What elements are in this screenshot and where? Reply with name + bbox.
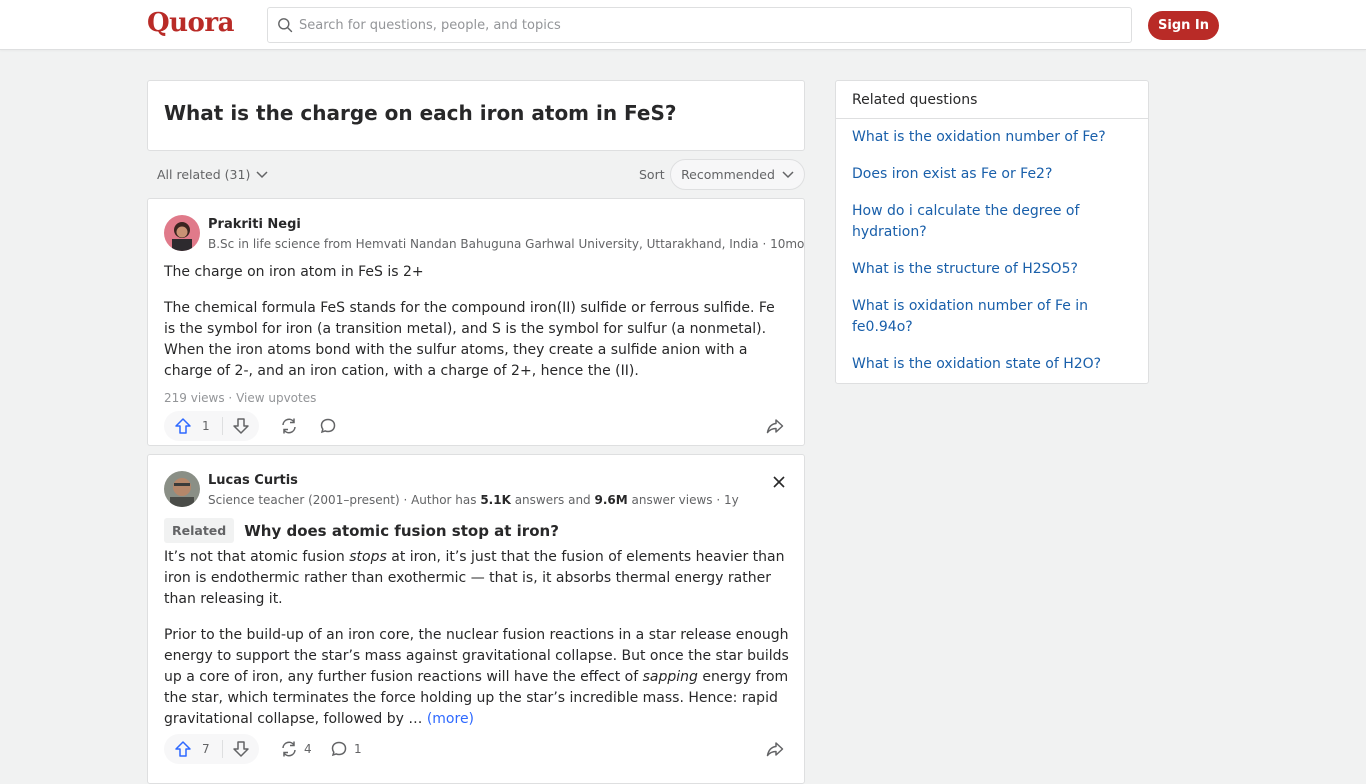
related-question-title[interactable]: Why does atomic fusion stop at iron? (244, 522, 559, 540)
answer-actions: 7 4 1 (164, 734, 790, 764)
share-arrow-icon (766, 419, 784, 434)
quora-logo[interactable]: Quora (147, 8, 234, 38)
related-question-link[interactable]: What is the oxidation number of Fe? (852, 127, 1132, 148)
related-questions-panel: Related questions What is the oxidation … (835, 80, 1149, 384)
author-avatar[interactable] (164, 471, 200, 507)
repost-count: 4 (304, 742, 312, 756)
related-question-link[interactable]: What is oxidation number of Fe in fe0.94… (852, 296, 1132, 338)
repost-icon (282, 418, 296, 434)
answer-paragraph: It’s not that atomic fusion stops at iro… (164, 547, 790, 610)
downvote-arrow-icon (232, 418, 249, 434)
answer-filter-bar: All related (31) Sort Recommended (147, 158, 805, 190)
question-card: What is the charge on each iron atom in … (147, 80, 805, 151)
comment-button[interactable]: 1 (330, 734, 362, 764)
related-question-link[interactable]: What is the structure of H2SO5? (852, 259, 1132, 280)
author-credential: B.Sc in life science from Hemvati Nandan… (208, 237, 805, 251)
answer-paragraph: Prior to the build-up of an iron core, t… (164, 625, 790, 730)
close-icon[interactable] (770, 473, 788, 491)
search-input[interactable] (299, 17, 1079, 33)
more-link[interactable]: (more) (427, 711, 474, 727)
downvote-button[interactable] (223, 734, 259, 764)
answer-paragraph: The chemical formula FeS stands for the … (164, 300, 775, 379)
top-navbar: Quora Sign In (0, 0, 1366, 50)
repost-icon (282, 741, 296, 757)
share-button[interactable] (760, 734, 790, 764)
sort-value: Recommended (681, 167, 775, 182)
related-question-link[interactable]: How do i calculate the degree of hydrati… (852, 201, 1132, 243)
author-name[interactable]: Prakriti Negi (208, 217, 301, 232)
upvote-count: 1 (202, 419, 210, 433)
search-icon (278, 18, 293, 33)
vote-pill: 7 (164, 734, 259, 764)
answer-text: It’s not that atomic fusion (164, 549, 350, 565)
comment-button[interactable] (319, 411, 337, 441)
sign-in-button[interactable]: Sign In (1148, 11, 1219, 40)
upvote-button[interactable]: 1 (164, 411, 222, 441)
chevron-down-icon (256, 170, 268, 178)
vote-pill: 1 (164, 411, 259, 441)
sort-label: Sort (639, 167, 665, 182)
answer-actions: 1 (164, 411, 790, 441)
comment-count: 1 (354, 742, 362, 756)
upvote-arrow-icon (175, 418, 191, 434)
search-box[interactable] (267, 7, 1132, 43)
share-repost-button[interactable] (280, 411, 298, 441)
upvote-button[interactable]: 7 (164, 734, 222, 764)
related-questions-heading: Related questions (836, 81, 1148, 119)
related-question-link[interactable]: Does iron exist as Fe or Fe2? (852, 164, 1132, 185)
view-count: 219 views (164, 391, 225, 405)
answer-card: Prakriti Negi B.Sc in life science from … (147, 198, 805, 446)
answers-count: 5.1K (480, 493, 511, 507)
sort-dropdown[interactable]: Recommended (670, 159, 805, 190)
answer-views-count: 9.6M (594, 493, 628, 507)
credential-text: Science teacher (2001–present) · Author … (208, 493, 481, 507)
comment-icon (331, 741, 347, 757)
author-avatar[interactable] (164, 215, 200, 251)
view-upvotes-link[interactable]: View upvotes (236, 391, 316, 405)
upvote-count: 7 (202, 742, 210, 756)
related-tag: Related (164, 518, 235, 543)
author-name[interactable]: Lucas Curtis (208, 473, 298, 488)
emphasis-text: stops (349, 549, 387, 565)
upvote-arrow-icon (175, 741, 191, 757)
chevron-down-icon (782, 170, 794, 178)
credential-text: answer views · 1y (627, 493, 739, 507)
author-credential: Science teacher (2001–present) · Author … (208, 493, 739, 507)
related-question-link[interactable]: What is the oxidation state of H2O? (852, 354, 1132, 375)
answer-stats: 219 views · View upvotes (164, 391, 317, 405)
related-answer-card: Lucas Curtis Science teacher (2001–prese… (147, 454, 805, 784)
comment-icon (320, 418, 336, 434)
all-related-dropdown[interactable]: All related (31) (157, 167, 268, 182)
question-title: What is the charge on each iron atom in … (164, 101, 677, 125)
related-question-row: Related Why does atomic fusion stop at i… (164, 518, 559, 543)
share-arrow-icon (766, 742, 784, 757)
downvote-button[interactable] (223, 411, 259, 441)
downvote-arrow-icon (232, 741, 249, 757)
all-related-label: All related (31) (157, 167, 251, 182)
share-button[interactable] (760, 411, 790, 441)
credential-text: answers and (510, 493, 595, 507)
share-repost-button[interactable]: 4 (280, 734, 312, 764)
emphasis-text: sapping (642, 669, 698, 685)
answer-paragraph: The charge on iron atom in FeS is 2+ (164, 264, 424, 280)
